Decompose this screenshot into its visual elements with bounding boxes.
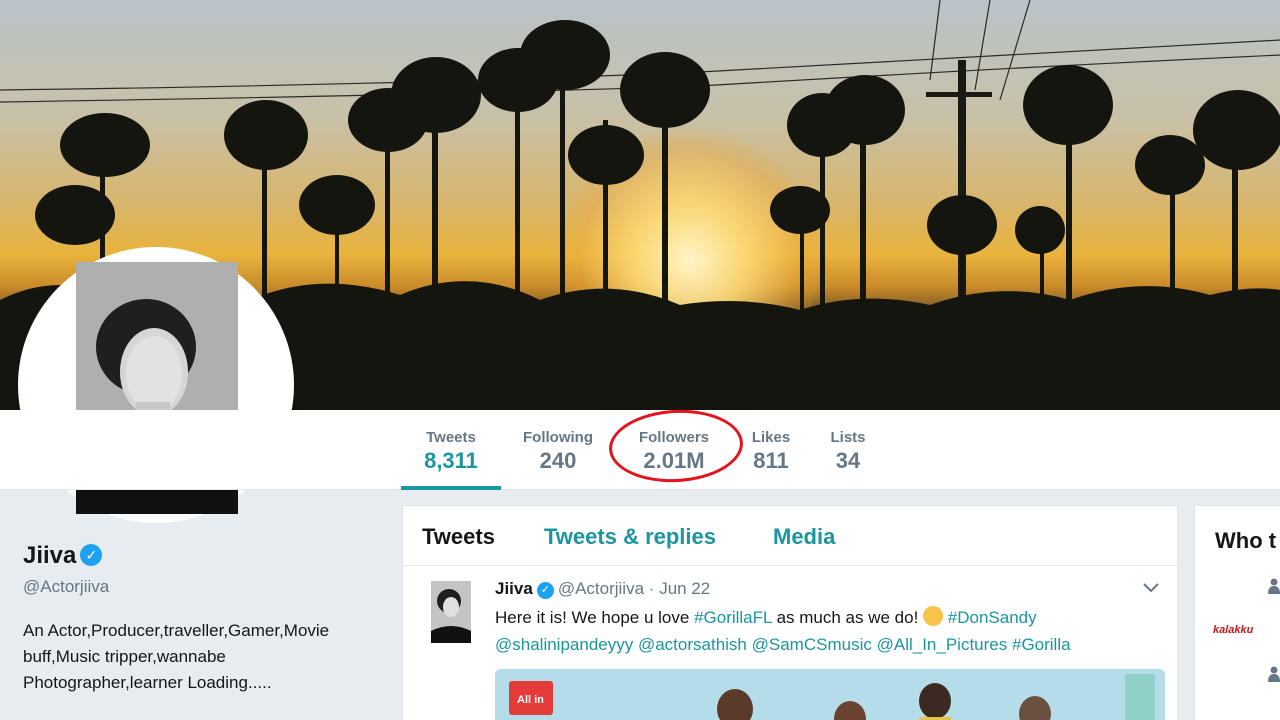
profile-name-text: Jiiva [23, 542, 77, 569]
stat-label: Following [523, 429, 593, 446]
stat-following[interactable]: Following 240 [515, 428, 601, 474]
stat-value: 34 [835, 448, 861, 473]
hashtag-link[interactable]: #DonSandy [948, 608, 1037, 627]
hashtag-link[interactable]: #Gorilla [1012, 635, 1071, 654]
person-icon [1268, 666, 1280, 682]
stat-lists[interactable]: Lists 34 [826, 428, 870, 474]
hashtag-link[interactable]: #GorillaFL [694, 608, 772, 627]
tweet-avatar-portrait [431, 581, 471, 643]
tweet-text: Here it is! We hope u love #GorillaFL as… [495, 604, 1165, 658]
tweet-avatar[interactable] [431, 581, 471, 643]
who-to-follow-title: Who t [1215, 528, 1277, 553]
tweet-header: Jiiva ✓ @Actorjiiva · Jun 22 [495, 579, 710, 599]
kalakku-logo[interactable]: kalakku [1213, 624, 1253, 636]
stat-value: 8,311 [424, 448, 478, 473]
mention-link[interactable]: @All_In_Pictures [877, 635, 1008, 654]
tweet-author-handle[interactable]: @Actorjiiva [558, 579, 644, 598]
profile-handle[interactable]: @Actorjiiva [23, 577, 109, 597]
mention-link[interactable]: @SamCSmusic [752, 635, 872, 654]
chevron-down-icon[interactable] [1143, 580, 1159, 598]
tweet-text-segment: Here it is! We hope u love [495, 608, 695, 627]
profile-bio: An Actor,Producer,traveller,Gamer,Movie … [23, 621, 330, 692]
stat-value: 811 [753, 448, 789, 473]
person-icon [1268, 578, 1280, 594]
verified-badge-icon: ✓ [536, 582, 554, 599]
stat-tweets[interactable]: Tweets 8,311 [401, 428, 501, 474]
stat-likes[interactable]: Likes 811 [745, 428, 797, 474]
poster-logo-text: All in [517, 694, 544, 706]
kalakku-logo-text: kalakku [1213, 624, 1254, 636]
hugging-emoji-icon [923, 606, 944, 626]
tweet-date[interactable]: Jun 22 [659, 579, 710, 598]
tweet-media-poster[interactable]: All in [495, 669, 1165, 720]
tab-tweets-replies[interactable]: Tweets & replies [544, 524, 716, 550]
stat-label: Tweets [426, 429, 476, 446]
movie-poster-image: All in [495, 669, 1165, 720]
tweet-separator: · [648, 579, 655, 598]
timeline: Tweets Tweets & replies Media Jiiva ✓ @Act… [402, 505, 1179, 720]
verified-badge-icon: ✓ [80, 544, 103, 566]
stat-value: 240 [539, 448, 577, 473]
tab-media[interactable]: Media [773, 524, 835, 550]
mention-link[interactable]: @actorsathish [638, 635, 747, 654]
timeline-tabs: Tweets Tweets & replies Media [403, 506, 1179, 566]
who-to-follow-module: Who t kalakku [1194, 505, 1280, 720]
tab-tweets[interactable]: Tweets [422, 524, 495, 550]
active-stat-underline [401, 486, 501, 490]
tweet-author-name[interactable]: Jiiva [495, 579, 533, 598]
stat-label: Lists [830, 429, 866, 446]
tweet-text-segment: as much as we do! [771, 608, 924, 627]
profile-name: Jiiva ✓ [23, 542, 103, 570]
stat-label: Likes [751, 429, 791, 446]
mention-link[interactable]: @shalinipandeyyy [495, 635, 633, 654]
